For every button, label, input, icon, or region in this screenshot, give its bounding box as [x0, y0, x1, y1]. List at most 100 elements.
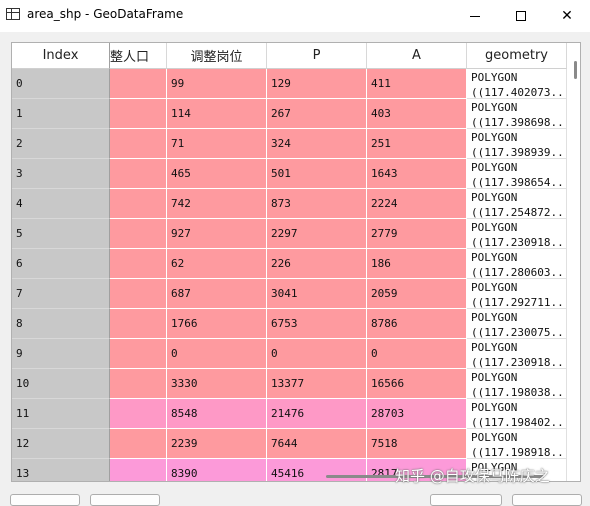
- p-cell[interactable]: 226: [267, 249, 367, 279]
- p-cell[interactable]: 7644: [267, 429, 367, 459]
- row-index-cell[interactable]: 2: [12, 129, 110, 159]
- geometry-cell[interactable]: POLYGON ((117.198038...: [467, 369, 567, 399]
- geometry-cell[interactable]: POLYGON ((117.280603...: [467, 249, 567, 279]
- p-cell[interactable]: 267: [267, 99, 367, 129]
- close-button[interactable]: ✕: [544, 0, 590, 32]
- column-header-a[interactable]: A: [367, 43, 467, 69]
- geometry-cell[interactable]: POLYGON ((117.292711...: [467, 279, 567, 309]
- vertical-scroll-thumb[interactable]: [574, 61, 577, 79]
- row-index-cell[interactable]: 13: [12, 459, 110, 481]
- p-cell[interactable]: 13377: [267, 369, 367, 399]
- a-cell[interactable]: 403: [367, 99, 467, 129]
- adjusted-population-cell[interactable]: [110, 339, 167, 369]
- adjusted-jobs-cell[interactable]: 0: [167, 339, 267, 369]
- adjusted-jobs-cell[interactable]: 927: [167, 219, 267, 249]
- a-cell[interactable]: 2059: [367, 279, 467, 309]
- a-cell[interactable]: 2224: [367, 189, 467, 219]
- adjusted-jobs-cell[interactable]: 465: [167, 159, 267, 189]
- p-cell[interactable]: 873: [267, 189, 367, 219]
- adjusted-jobs-cell[interactable]: 1766: [167, 309, 267, 339]
- p-cell[interactable]: 501: [267, 159, 367, 189]
- title-bar: area_shp - GeoDataFrame ✕: [0, 0, 590, 32]
- geometry-cell[interactable]: POLYGON ((117.230918...: [467, 219, 567, 249]
- table-icon: [6, 8, 20, 20]
- adjusted-jobs-cell[interactable]: 99: [167, 69, 267, 99]
- bottom-button-1[interactable]: [10, 494, 80, 506]
- row-index-cell[interactable]: 1: [12, 99, 110, 129]
- a-cell[interactable]: 186: [367, 249, 467, 279]
- p-cell[interactable]: 3041: [267, 279, 367, 309]
- adjusted-population-cell[interactable]: [110, 399, 167, 429]
- column-header-geometry[interactable]: geometry: [467, 43, 567, 69]
- adjusted-jobs-cell[interactable]: 114: [167, 99, 267, 129]
- row-index-cell[interactable]: 11: [12, 399, 110, 429]
- a-cell[interactable]: 16566: [367, 369, 467, 399]
- geometry-cell[interactable]: POLYGON ((117.230075...: [467, 309, 567, 339]
- row-index-cell[interactable]: 0: [12, 69, 110, 99]
- a-cell[interactable]: 7518: [367, 429, 467, 459]
- geometry-cell[interactable]: POLYGON ((117.198918...: [467, 429, 567, 459]
- row-index-cell[interactable]: 7: [12, 279, 110, 309]
- p-cell[interactable]: 6753: [267, 309, 367, 339]
- geometry-cell[interactable]: POLYGON ((117.398939...: [467, 129, 567, 159]
- bottom-button-4[interactable]: [512, 494, 582, 506]
- p-cell[interactable]: 21476: [267, 399, 367, 429]
- row-index-cell[interactable]: 4: [12, 189, 110, 219]
- geometry-cell[interactable]: POLYGON ((117.198402...: [467, 399, 567, 429]
- geometry-cell[interactable]: POLYGON ((117.402073...: [467, 69, 567, 99]
- adjusted-jobs-cell[interactable]: 2239: [167, 429, 267, 459]
- a-cell[interactable]: 1643: [367, 159, 467, 189]
- geometry-cell[interactable]: POLYGON ((117.254872...: [467, 189, 567, 219]
- geometry-type-text: POLYGON: [471, 341, 518, 354]
- adjusted-population-cell[interactable]: [110, 309, 167, 339]
- adjusted-population-cell[interactable]: [110, 249, 167, 279]
- index-header[interactable]: Index: [12, 43, 110, 69]
- geometry-cell[interactable]: POLYGON ((117.398654...: [467, 159, 567, 189]
- row-index-cell[interactable]: 12: [12, 429, 110, 459]
- p-cell[interactable]: 0: [267, 339, 367, 369]
- adjusted-jobs-cell[interactable]: 62: [167, 249, 267, 279]
- adjusted-jobs-cell[interactable]: 687: [167, 279, 267, 309]
- a-cell[interactable]: 0: [367, 339, 467, 369]
- geometry-coords-text: ((117.402073...: [471, 86, 567, 99]
- adjusted-population-cell[interactable]: [110, 279, 167, 309]
- p-cell[interactable]: 129: [267, 69, 367, 99]
- column-header-p[interactable]: P: [267, 43, 367, 69]
- geometry-type-text: POLYGON: [471, 431, 518, 444]
- adjusted-population-cell[interactable]: [110, 429, 167, 459]
- row-index-cell[interactable]: 8: [12, 309, 110, 339]
- row-index-cell[interactable]: 10: [12, 369, 110, 399]
- dataframe-table[interactable]: Index 整人口 调整岗位 P A geometry 0 99 129 411 POL…: [11, 42, 581, 482]
- column-header-adjusted-population[interactable]: 整人口: [110, 43, 167, 69]
- adjusted-population-cell[interactable]: [110, 99, 167, 129]
- column-header-adjusted-jobs[interactable]: 调整岗位: [167, 43, 267, 69]
- geometry-cell[interactable]: POLYGON ((117.230918...: [467, 339, 567, 369]
- adjusted-jobs-cell[interactable]: 3330: [167, 369, 267, 399]
- maximize-button[interactable]: [498, 0, 544, 32]
- adjusted-population-cell[interactable]: [110, 69, 167, 99]
- adjusted-population-cell[interactable]: [110, 189, 167, 219]
- bottom-button-2[interactable]: [90, 494, 160, 506]
- adjusted-jobs-cell[interactable]: 8548: [167, 399, 267, 429]
- row-index-cell[interactable]: 5: [12, 219, 110, 249]
- adjusted-jobs-cell[interactable]: 71: [167, 129, 267, 159]
- row-index-cell[interactable]: 6: [12, 249, 110, 279]
- a-cell[interactable]: 251: [367, 129, 467, 159]
- adjusted-jobs-cell[interactable]: 742: [167, 189, 267, 219]
- adjusted-population-cell[interactable]: [110, 129, 167, 159]
- bottom-button-3[interactable]: [430, 494, 502, 506]
- adjusted-population-cell[interactable]: [110, 159, 167, 189]
- vertical-scrollbar[interactable]: [570, 53, 580, 463]
- row-index-cell[interactable]: 9: [12, 339, 110, 369]
- a-cell[interactable]: 28703: [367, 399, 467, 429]
- p-cell[interactable]: 2297: [267, 219, 367, 249]
- minimize-button[interactable]: [452, 0, 498, 32]
- a-cell[interactable]: 2779: [367, 219, 467, 249]
- p-cell[interactable]: 324: [267, 129, 367, 159]
- adjusted-population-cell[interactable]: [110, 219, 167, 249]
- a-cell[interactable]: 411: [367, 69, 467, 99]
- geometry-cell[interactable]: POLYGON ((117.398698...: [467, 99, 567, 129]
- a-cell[interactable]: 8786: [367, 309, 467, 339]
- adjusted-population-cell[interactable]: [110, 369, 167, 399]
- row-index-cell[interactable]: 3: [12, 159, 110, 189]
